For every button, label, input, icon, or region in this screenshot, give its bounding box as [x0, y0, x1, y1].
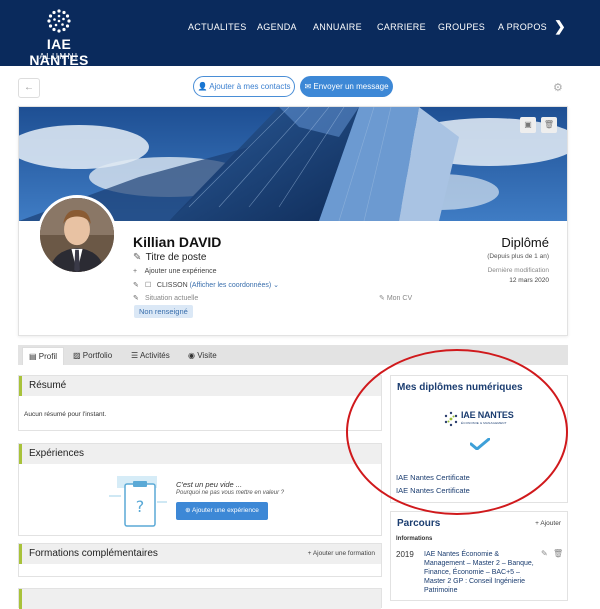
- last-modified-date: 12 mars 2020: [509, 277, 549, 284]
- add-formation-link[interactable]: + Ajouter une formation: [308, 550, 375, 557]
- experiences-section: Expériences ? C'est un peu vide ... Pour…: [18, 443, 382, 536]
- pencil-icon[interactable]: ✎: [541, 549, 548, 558]
- nav-a-propos[interactable]: A PROPOS: [498, 22, 547, 32]
- current-situation-row[interactable]: ✎ Situation actuelle: [133, 294, 198, 302]
- situation-badge: Non renseigné: [134, 305, 193, 318]
- tab-profil[interactable]: ▤ Profil: [22, 347, 65, 365]
- back-arrow-icon[interactable]: ←: [18, 78, 40, 98]
- tab-visite[interactable]: ◉ Visite: [188, 347, 217, 365]
- tab-profil-label: Profil: [38, 352, 58, 361]
- crop-cover-icon[interactable]: ▣: [520, 117, 536, 133]
- nav-carriere[interactable]: CARRIERE: [377, 22, 426, 32]
- parcours-entry-text: IAE Nantes Économie & Management – Maste…: [424, 551, 534, 594]
- experiences-title: Expériences: [19, 444, 381, 464]
- eye-icon: ◉: [188, 351, 195, 360]
- delete-cover-icon[interactable]: 🗑: [541, 117, 557, 133]
- svg-text:?: ?: [136, 497, 145, 516]
- red-highlight-circle: [346, 349, 568, 515]
- resume-text: Aucun résumé pour l'instant.: [24, 411, 107, 418]
- my-cv-link[interactable]: ✎ Mon CV: [379, 294, 412, 302]
- add-to-contacts-button[interactable]: 👤 Ajouter à mes contacts: [193, 76, 295, 97]
- resume-section: Résumé Aucun résumé pour l'instant.: [18, 375, 382, 431]
- pencil-icon: ✎: [133, 295, 139, 302]
- tab-activites[interactable]: ☰ Activités: [131, 347, 170, 365]
- my-cv-label: Mon CV: [386, 295, 413, 302]
- empty-clipboard-icon: ?: [109, 476, 167, 527]
- profile-avatar[interactable]: [37, 195, 117, 275]
- image-icon: ▨: [73, 351, 81, 360]
- plus-circle-icon: ⊕: [185, 507, 191, 514]
- add-formation-label: Ajouter une formation: [312, 550, 375, 557]
- add-experience-link[interactable]: Ajouter une expérience: [145, 268, 217, 275]
- message-icon: ✉: [304, 82, 312, 91]
- resume-title: Résumé: [19, 376, 381, 396]
- parcours-year: 2019: [396, 550, 414, 559]
- next-section: [18, 588, 382, 609]
- job-title-row[interactable]: ✎ Titre de poste: [133, 252, 206, 263]
- plus-icon: +: [307, 550, 312, 557]
- parcours-subtitle: Informations: [396, 536, 433, 542]
- profile-card: ▣ 🗑 Killian DAVID ✎ Titre de poste + Ajo…: [18, 106, 568, 336]
- plus-icon: +: [133, 268, 138, 275]
- parcours-box: Parcours + Ajouter Informations 2019 IAE…: [390, 511, 568, 601]
- tab-visite-label: Visite: [197, 351, 217, 360]
- empty-state-subtitle: Pourquoi ne pas vous mettre en valeur ?: [176, 490, 285, 496]
- send-message-button[interactable]: ✉ Envoyer un message: [300, 76, 393, 97]
- pencil-icon[interactable]: ✎: [133, 281, 143, 289]
- add-parcours-link[interactable]: + Ajouter: [535, 520, 561, 527]
- profile-name: Killian DAVID: [133, 234, 222, 250]
- job-title-text: Titre de poste: [145, 252, 207, 263]
- last-modified-label: Dernière modification: [487, 267, 549, 274]
- logo-dots-icon: [47, 9, 71, 33]
- add-experience-button-label: Ajouter une expérience: [192, 507, 259, 514]
- logo-sub-text: ALUMNI: [39, 52, 79, 61]
- nav-actualites[interactable]: ACTUALITES: [188, 22, 247, 32]
- settings-gear-icon[interactable]: ⚙: [553, 81, 563, 94]
- add-to-contacts-label: Ajouter à mes contacts: [209, 82, 291, 91]
- pencil-icon: ✎: [379, 295, 385, 302]
- add-experience-button[interactable]: ⊕ Ajouter une expérience: [176, 502, 268, 520]
- location-box-icon: ☐: [144, 282, 152, 289]
- show-contact-link[interactable]: (Afficher les coordonnées): [190, 282, 272, 289]
- chevron-down-icon[interactable]: ⌄: [273, 282, 279, 289]
- next-section-title: [19, 589, 381, 609]
- status-since: (Depuis plus de 1 an): [487, 253, 549, 260]
- profile-icon: ▤: [29, 352, 37, 361]
- tab-activites-label: Activités: [139, 351, 170, 360]
- location-row: ✎ ☐ CLISSON (Afficher les coordonnées) ⌄: [133, 281, 279, 289]
- nav-annuaire[interactable]: ANNUAIRE: [313, 22, 362, 32]
- tab-portfolio[interactable]: ▨ Portfolio: [73, 347, 112, 365]
- nav-groupes[interactable]: GROUPES: [438, 22, 485, 32]
- formations-section: Formations complémentaires + Ajouter une…: [18, 543, 382, 577]
- tab-portfolio-label: Portfolio: [82, 351, 113, 360]
- graduate-status: Diplômé: [501, 235, 549, 250]
- top-navigation-bar: IAE NANTES ALUMNI ACTUALITES AGENDA ANNU…: [0, 0, 600, 68]
- nav-next-icon[interactable]: ❯: [554, 18, 566, 35]
- trash-icon[interactable]: 🗑: [553, 549, 563, 558]
- add-parcours-label: Ajouter: [540, 520, 561, 527]
- plus-icon: +: [535, 520, 539, 527]
- nav-agenda[interactable]: AGENDA: [257, 22, 297, 32]
- pencil-icon: ✎: [133, 252, 142, 263]
- empty-state-title: C'est un peu vide ...: [176, 480, 243, 489]
- send-message-label: Envoyer un message: [313, 82, 389, 91]
- current-situation-label: Situation actuelle: [144, 295, 199, 302]
- iae-nantes-alumni-logo[interactable]: IAE NANTES ALUMNI: [20, 8, 98, 68]
- add-user-icon: 👤: [197, 82, 208, 91]
- add-experience-row[interactable]: + Ajouter une expérience: [133, 268, 217, 275]
- list-icon: ☰: [131, 351, 139, 360]
- city-text: CLISSON: [156, 282, 188, 289]
